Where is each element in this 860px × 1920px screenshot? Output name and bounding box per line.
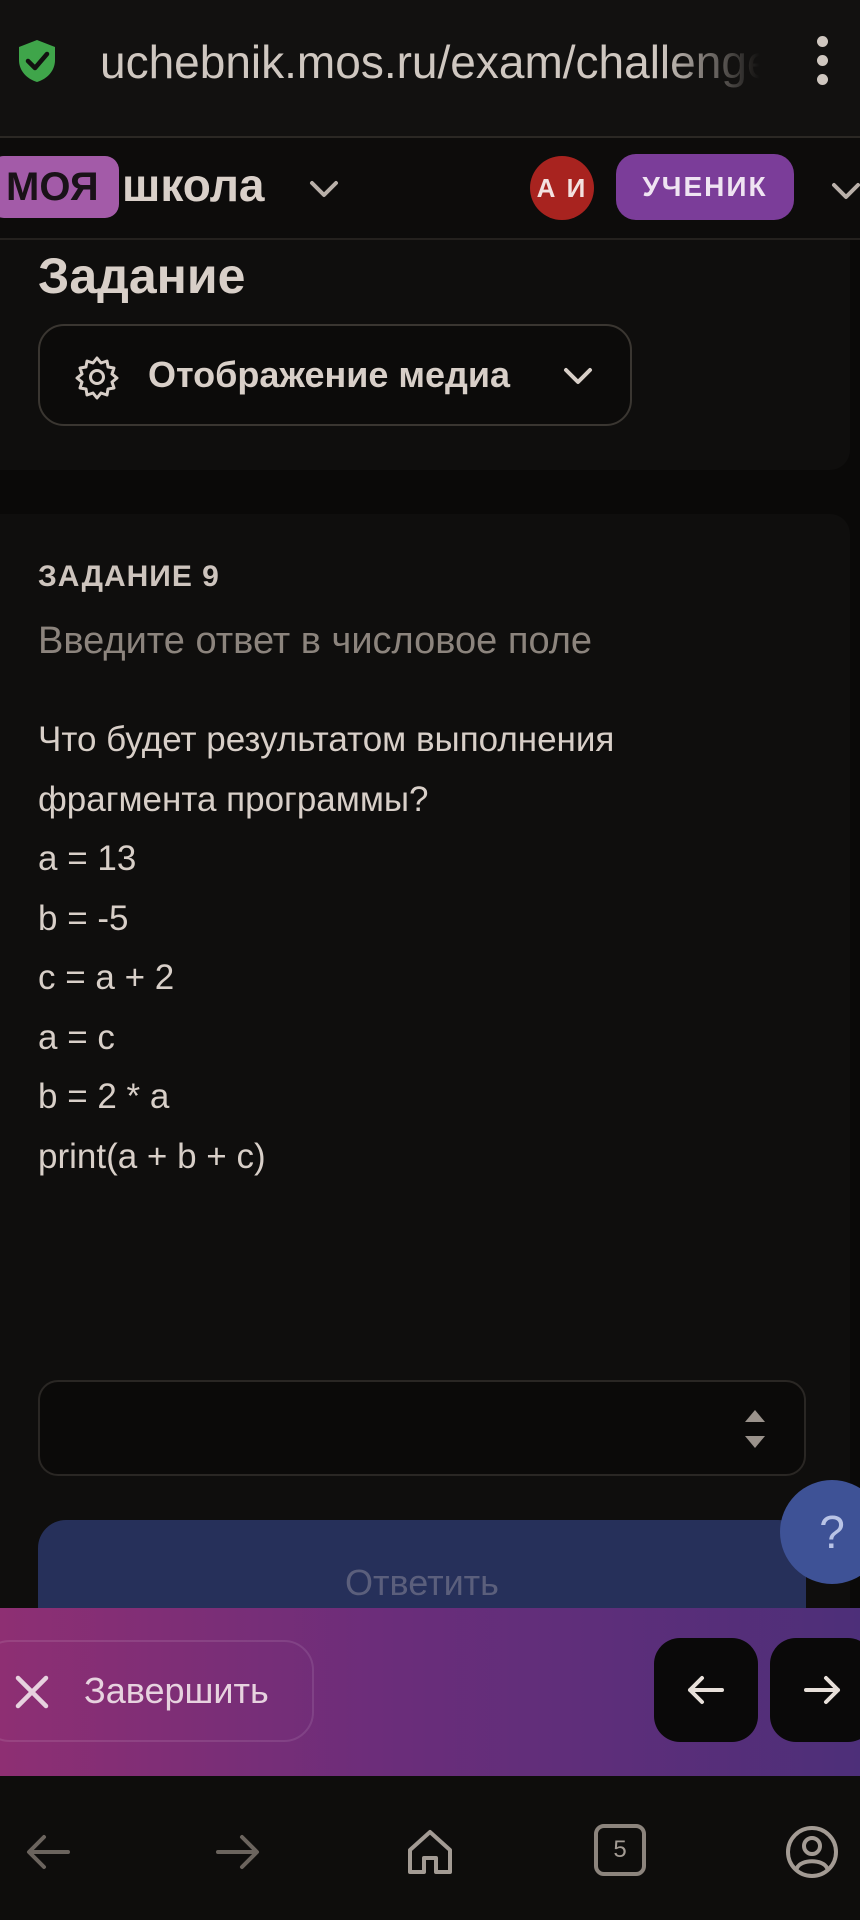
chevron-down-icon[interactable] bbox=[826, 176, 860, 206]
back-arrow-icon[interactable] bbox=[20, 1824, 76, 1880]
avatar[interactable]: А И bbox=[530, 156, 594, 220]
task-number: ЗАДАНИЕ 9 bbox=[38, 560, 220, 593]
task-header-card: Задание Отображение медиа bbox=[0, 240, 850, 470]
home-icon[interactable] bbox=[402, 1824, 458, 1880]
logo-shkola[interactable]: школа bbox=[122, 152, 265, 218]
page: uchebnik.mos.ru/exam/challenge МОЯ школа… bbox=[0, 0, 860, 1920]
code-line: b = -5 bbox=[38, 898, 129, 938]
task-card: ЗАДАНИЕ 9 Введите ответ в числовое поле … bbox=[0, 514, 850, 1640]
code-line: print(a + b + c) bbox=[38, 1136, 266, 1176]
tabs-counter[interactable]: 5 bbox=[594, 1824, 646, 1876]
number-stepper-icon[interactable] bbox=[742, 1402, 768, 1456]
media-display-label: Отображение медиа bbox=[148, 354, 511, 395]
arrow-left-icon bbox=[688, 1676, 724, 1704]
logo-moya[interactable]: МОЯ bbox=[0, 156, 119, 218]
question-text: Что будет результатом выполнения фрагмен… bbox=[38, 710, 798, 1186]
answer-number-field[interactable] bbox=[38, 1380, 806, 1476]
profile-icon[interactable] bbox=[784, 1824, 840, 1880]
shield-check-icon[interactable] bbox=[16, 38, 58, 84]
code-line: c = a + 2 bbox=[38, 958, 175, 997]
address-bar[interactable]: uchebnik.mos.ru/exam/challenge bbox=[100, 30, 760, 94]
exam-action-bar: Завершить bbox=[0, 1608, 860, 1776]
gear-icon bbox=[75, 356, 119, 400]
app-header: МОЯ школа А И УЧЕНИК bbox=[0, 138, 860, 240]
question-line: фрагмента программы? bbox=[38, 779, 429, 819]
kebab-menu-icon[interactable] bbox=[808, 36, 836, 86]
browser-toolbar: uchebnik.mos.ru/exam/challenge bbox=[0, 0, 860, 138]
chevron-down-icon bbox=[564, 368, 592, 384]
forward-arrow-icon[interactable] bbox=[210, 1824, 266, 1880]
task-hint: Введите ответ в числовое поле bbox=[38, 620, 593, 662]
close-icon bbox=[15, 1675, 49, 1709]
arrow-right-icon bbox=[804, 1676, 840, 1704]
finish-label: Завершить bbox=[84, 1670, 269, 1711]
next-task-button[interactable] bbox=[770, 1638, 860, 1742]
code-line: a = c bbox=[38, 1017, 115, 1057]
code-line: a = 13 bbox=[38, 839, 137, 878]
previous-task-button[interactable] bbox=[654, 1638, 758, 1742]
answer-input[interactable] bbox=[60, 1382, 744, 1476]
finish-exam-button[interactable]: Завершить bbox=[0, 1640, 314, 1742]
role-badge[interactable]: УЧЕНИК bbox=[616, 154, 794, 220]
page-title: Задание bbox=[38, 248, 246, 304]
question-line: Что будет результатом выполнения bbox=[38, 720, 615, 759]
browser-bottom-nav: 5 bbox=[0, 1776, 860, 1920]
chevron-down-icon[interactable] bbox=[304, 174, 344, 204]
media-display-dropdown[interactable]: Отображение медиа bbox=[38, 324, 632, 426]
code-line: b = 2 * a bbox=[38, 1077, 170, 1116]
